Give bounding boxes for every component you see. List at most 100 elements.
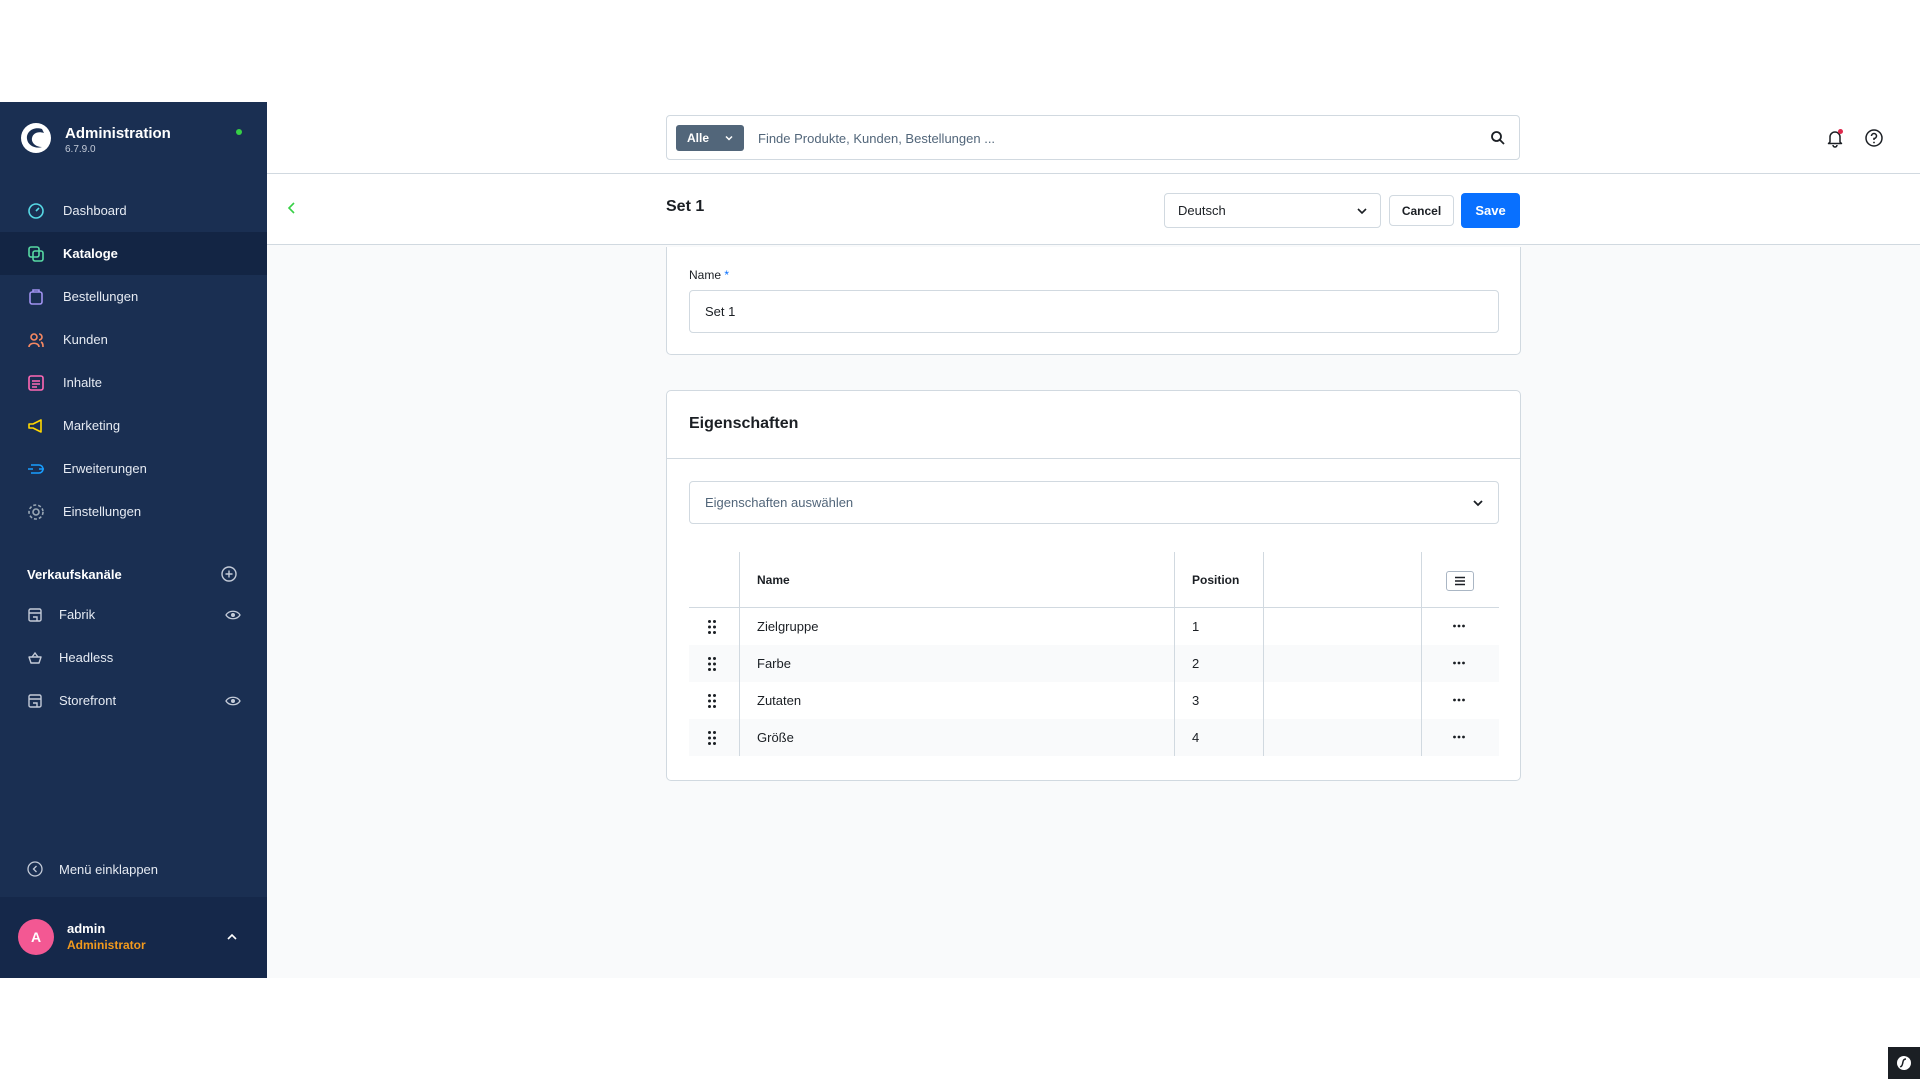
column-divider [1421,552,1422,607]
more-actions-icon[interactable] [1452,732,1466,742]
name-field[interactable]: Set 1 [689,290,1499,333]
drag-handle-icon[interactable] [707,619,717,635]
table-row[interactable]: Farbe 2 [689,645,1499,682]
save-button[interactable]: Save [1461,193,1520,228]
notification-bell-icon[interactable] [1825,128,1845,148]
nav-label: Inhalte [63,375,103,390]
nav-label: Erweiterungen [63,461,147,476]
headless-icon [28,651,42,664]
chevron-left-circle-icon [27,861,43,877]
main-nav: Dashboard Kataloge Bestellungen Kunden I… [0,189,267,533]
extensions-icon [28,463,44,474]
column-header-name[interactable]: Name [757,552,790,607]
chevron-down-icon [1473,500,1483,507]
language-switch[interactable]: Deutsch [1164,193,1381,228]
user-menu[interactable]: A admin Administrator [0,897,267,978]
column-divider [1263,645,1264,682]
collapse-menu-button[interactable]: Menü einklappen [27,861,158,877]
storefront-icon [28,607,42,622]
required-marker: * [724,268,730,282]
customers-icon [28,332,44,347]
nav-item-bestellungen[interactable]: Bestellungen [0,275,267,318]
column-divider [1263,682,1264,719]
grid-header-row: Name Position [689,552,1499,608]
smart-bar: Set 1 Deutsch Cancel Save [267,174,1920,245]
general-card: Name * Set 1 [666,247,1521,355]
collapse-menu-label: Menü einklappen [59,861,159,877]
drag-handle-icon[interactable] [707,730,717,746]
column-divider [1263,608,1264,645]
drag-handle-icon[interactable] [707,656,717,672]
row-position: 4 [1192,730,1200,745]
column-header-position[interactable]: Position [1192,552,1239,607]
main-content: Name * Set 1 Eigenschaften Eigenschaften… [267,245,1920,978]
app-title: Administration [65,125,171,142]
column-settings-button[interactable] [1446,571,1474,591]
search-scope-dropdown[interactable]: Alle [676,125,744,151]
app-version: 6.7.9.0 [65,144,96,155]
column-divider [1174,608,1175,645]
column-divider [1421,608,1422,645]
column-divider [1421,719,1422,756]
add-sales-channel-icon[interactable] [221,566,237,582]
chevron-up-icon[interactable] [224,929,240,945]
symfony-icon [1897,1056,1911,1070]
brand[interactable]: Administration 6.7.9.0 [20,122,250,162]
more-actions-icon[interactable] [1452,695,1466,705]
top-bar: Alle [267,102,1920,174]
sales-channel-label: Headless [59,650,114,665]
properties-select-placeholder: Eigenschaften auswählen [705,495,854,510]
column-divider [739,645,740,682]
row-position: 3 [1192,693,1200,708]
chevron-down-icon [725,135,733,141]
debug-toolbar-toggle[interactable] [1888,1047,1920,1079]
sales-channel-label: Storefront [59,693,117,708]
row-name: Zielgruppe [757,619,819,634]
eye-icon[interactable] [225,607,241,623]
nav-item-inhalte[interactable]: Inhalte [0,361,267,404]
table-row[interactable]: Größe 4 [689,719,1499,756]
user-role: Administrator [67,938,146,952]
properties-card: Eigenschaften Eigenschaften auswählen Na… [666,390,1521,781]
column-divider [1174,552,1175,607]
nav-label: Dashboard [63,203,127,218]
properties-select[interactable]: Eigenschaften auswählen [689,481,1499,524]
column-divider [1263,552,1264,607]
nav-item-kunden[interactable]: Kunden [0,318,267,361]
sidebar: Administration 6.7.9.0 Dashboard Katalog… [0,102,267,978]
page-title: Set 1 [666,198,705,215]
search-input[interactable] [756,126,1476,150]
row-name: Größe [757,730,794,745]
cancel-button[interactable]: Cancel [1389,195,1454,226]
language-label: Deutsch [1178,203,1226,218]
table-row[interactable]: Zutaten 3 [689,682,1499,719]
nav-item-erweiterungen[interactable]: Erweiterungen [0,447,267,490]
table-row[interactable]: Zielgruppe 1 [689,608,1499,645]
nav-label: Marketing [63,418,121,433]
user-name: admin [67,921,106,936]
nav-item-einstellungen[interactable]: Einstellungen [0,490,267,533]
sales-channel-storefront[interactable]: Storefront [0,679,267,722]
search-icon[interactable] [1490,130,1506,146]
nav-item-kataloge[interactable]: Kataloge [0,232,267,275]
more-actions-icon[interactable] [1452,621,1466,631]
sales-channel-headless[interactable]: Headless [0,636,267,679]
help-icon[interactable] [1864,128,1884,148]
nav-item-dashboard[interactable]: Dashboard [0,189,267,232]
row-position: 1 [1192,619,1200,634]
drag-handle-icon[interactable] [707,693,717,709]
column-divider [1263,719,1264,756]
avatar: A [18,919,54,955]
column-divider [1174,645,1175,682]
catalog-icon [28,245,44,262]
column-divider [1174,682,1175,719]
eye-icon[interactable] [225,693,241,709]
column-divider [739,552,740,607]
sales-channel-fabrik[interactable]: Fabrik [0,593,267,636]
column-divider [739,608,740,645]
more-actions-icon[interactable] [1452,658,1466,668]
nav-label: Einstellungen [63,504,142,519]
column-divider [739,682,740,719]
back-arrow-icon[interactable] [284,200,300,216]
nav-item-marketing[interactable]: Marketing [0,404,267,447]
